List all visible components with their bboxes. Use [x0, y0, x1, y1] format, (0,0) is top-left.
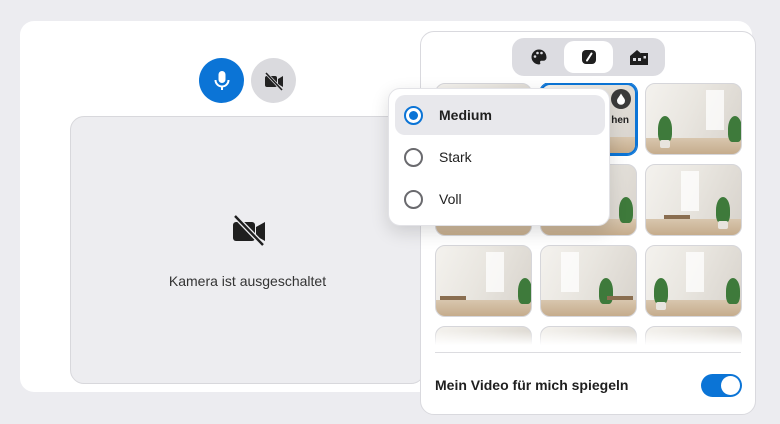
drop-icon: [617, 93, 625, 105]
blur-strength-badge[interactable]: [611, 89, 631, 109]
blur-option-full[interactable]: Voll: [395, 179, 605, 219]
mirror-video-label: Mein Video für mich spiegeln: [435, 377, 629, 393]
effects-segmented-control: [512, 38, 665, 76]
camera-off-message: Kamera ist ausgeschaltet: [168, 273, 327, 289]
background-blur-icon: [581, 50, 596, 64]
radio-unselected[interactable]: [404, 147, 423, 167]
toggle-knob: [721, 376, 740, 395]
video-preview: Kamera ist ausgeschaltet: [70, 116, 425, 384]
blur-strength-menu: Medium Stark Voll: [388, 88, 610, 226]
blur-option-label: Stark: [439, 149, 472, 165]
grid-fade: [435, 331, 743, 345]
room-icon: [629, 50, 648, 65]
microphone-icon: [214, 70, 229, 90]
background-thumbnail[interactable]: [540, 245, 637, 317]
tab-colors[interactable]: [514, 41, 563, 73]
background-thumbnail[interactable]: [645, 245, 742, 317]
video-off-icon: [264, 71, 283, 91]
thumbnail-label: hen: [611, 115, 629, 126]
blur-option-label: Voll: [439, 191, 462, 207]
blur-option-medium[interactable]: Medium: [395, 95, 605, 135]
camera-toggle-button[interactable]: [251, 58, 296, 103]
blur-option-label: Medium: [439, 107, 492, 123]
background-thumbnail[interactable]: [435, 245, 532, 317]
radio-selected[interactable]: [404, 105, 423, 125]
tab-rooms[interactable]: [614, 41, 663, 73]
background-thumbnail[interactable]: [645, 164, 742, 236]
video-off-icon: [233, 214, 265, 247]
background-thumbnail[interactable]: [645, 83, 742, 155]
tab-blur[interactable]: [564, 41, 613, 73]
microphone-button[interactable]: [199, 58, 244, 103]
blur-option-strong[interactable]: Stark: [395, 137, 605, 177]
palette-icon: [531, 49, 546, 65]
divider: [435, 352, 741, 353]
mirror-video-toggle[interactable]: [701, 374, 742, 397]
radio-unselected[interactable]: [404, 189, 423, 209]
